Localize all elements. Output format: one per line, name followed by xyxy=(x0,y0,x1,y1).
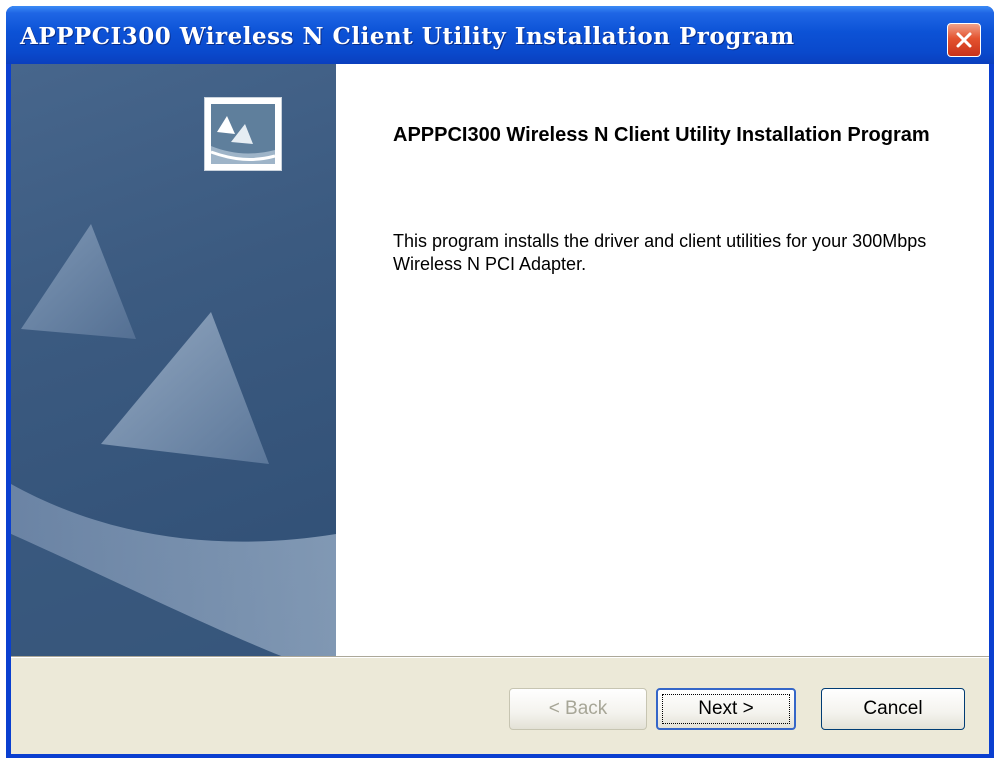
close-icon xyxy=(956,32,972,48)
cancel-button[interactable]: Cancel xyxy=(821,688,965,730)
next-button[interactable]: Next > xyxy=(656,688,796,730)
back-button[interactable]: < Back xyxy=(509,688,647,730)
footer-divider xyxy=(11,656,989,658)
back-button-label: < Back xyxy=(548,698,608,719)
sail-graphic xyxy=(11,224,336,656)
dialog-body: APPPCI300 Wireless N Client Utility Inst… xyxy=(11,64,989,754)
focus-ring xyxy=(662,694,790,724)
close-button[interactable] xyxy=(947,23,981,57)
content-panel: APPPCI300 Wireless N Client Utility Inst… xyxy=(336,64,989,656)
page-description: This program installs the driver and cli… xyxy=(393,231,927,274)
installer-window: APPPCI300 Wireless N Client Utility Inst… xyxy=(6,6,994,758)
window-title: APPPCI300 Wireless N Client Utility Inst… xyxy=(20,23,795,50)
cancel-button-label: Cancel xyxy=(863,698,923,719)
title-bar[interactable]: APPPCI300 Wireless N Client Utility Inst… xyxy=(6,6,994,64)
side-banner xyxy=(11,64,336,656)
product-logo xyxy=(204,97,282,171)
page-heading: APPPCI300 Wireless N Client Utility Inst… xyxy=(393,124,930,146)
sail-logo-icon xyxy=(210,104,276,164)
